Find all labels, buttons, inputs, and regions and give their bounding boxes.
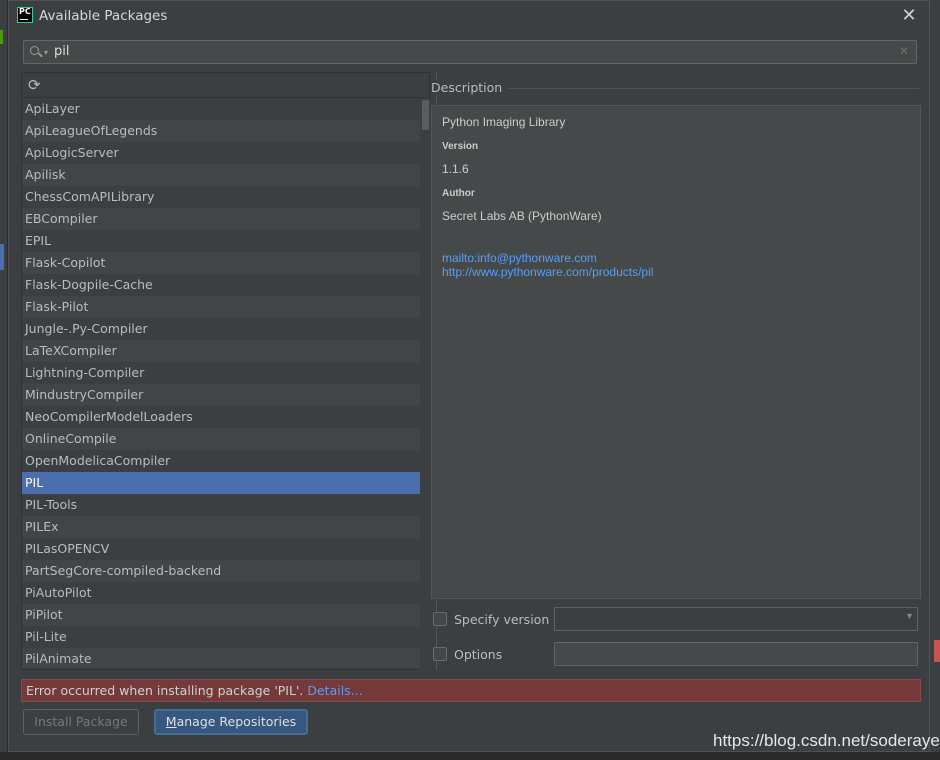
description-heading: Description (431, 80, 509, 95)
clear-icon[interactable]: ✕ (899, 44, 909, 58)
background-ide-right-edge (930, 0, 940, 760)
background-ide-bottom-edge (0, 752, 940, 760)
error-banner: Error occurred when installing package '… (21, 679, 921, 702)
manage-repositories-mnemonic: M (165, 714, 177, 729)
package-row[interactable]: Flask-Pilot (22, 296, 420, 318)
install-package-button[interactable]: Install Package (23, 709, 139, 735)
chevron-down-icon: ▾ (906, 611, 912, 622)
options-checkbox[interactable] (433, 647, 447, 661)
package-row[interactable]: EBCompiler (22, 208, 420, 230)
description-panel: Python Imaging Library Version 1.1.6 Aut… (431, 105, 921, 599)
package-row[interactable]: MindustryCompiler (22, 384, 420, 406)
package-row[interactable]: Pil-Lite (22, 626, 420, 648)
specify-version-option: Specify version (433, 608, 549, 630)
manage-repositories-label: anage Repositories (176, 714, 297, 729)
refresh-icon[interactable]: ⟳ (28, 77, 44, 93)
package-row[interactable]: Flask-Dogpile-Cache (22, 274, 420, 296)
background-marker (0, 244, 4, 270)
search-icon-handle (38, 52, 43, 58)
package-list[interactable]: ApiLayer ApiLeagueOfLegends ApiLogicServer… (22, 98, 420, 668)
package-row[interactable]: ApiLeagueOfLegends (22, 120, 420, 142)
search-icon[interactable]: ▾ (30, 44, 50, 60)
author-label: Author (442, 188, 475, 199)
package-row[interactable]: PilAnimate (22, 648, 420, 668)
version-label: Version (442, 141, 479, 152)
search-history-dropdown-icon: ▾ (44, 48, 49, 57)
package-row[interactable]: OpenModelicaCompiler (22, 450, 420, 472)
description-separator (501, 88, 919, 89)
package-row[interactable]: PIL-Tools (22, 494, 420, 516)
homepage-link[interactable]: http://www.pythonware.com/products/pil (442, 265, 653, 279)
author-value: Secret Labs AB (PythonWare) (442, 209, 602, 223)
options-label[interactable]: Options (454, 647, 502, 662)
package-row[interactable]: ApiLayer (22, 98, 420, 120)
package-row[interactable]: Lightning-Compiler (22, 362, 420, 384)
package-row[interactable]: PartSegCore-compiled-backend (22, 560, 420, 582)
background-ide-left-edge (0, 0, 8, 760)
error-details-link[interactable]: Details... (307, 683, 362, 698)
specify-version-label[interactable]: Specify version (454, 612, 549, 627)
package-row[interactable]: PIL (22, 472, 420, 494)
background-marker (934, 640, 940, 662)
options-input[interactable] (554, 642, 918, 666)
version-value: 1.1.6 (442, 162, 469, 176)
author-email-link[interactable]: mailto:info@pythonware.com (442, 251, 597, 265)
search-query-text[interactable]: pil (54, 44, 69, 59)
package-full-name: Python Imaging Library (442, 115, 566, 129)
package-row[interactable]: EPIL (22, 230, 420, 252)
package-row[interactable]: Apilisk (22, 164, 420, 186)
close-icon[interactable]: ✕ (899, 6, 919, 26)
package-row[interactable]: NeoCompilerModelLoaders (22, 406, 420, 428)
app-icon-text: PC (19, 7, 31, 16)
dialog-title: Available Packages (39, 8, 168, 24)
specify-version-checkbox[interactable] (433, 612, 447, 626)
options-option: Options (433, 643, 502, 665)
package-row[interactable]: LaTeXCompiler (22, 340, 420, 362)
background-marker (0, 30, 3, 44)
app-icon-bar (20, 19, 28, 20)
package-list-scrollbar[interactable] (420, 98, 430, 670)
package-row[interactable]: PiPilot (22, 604, 420, 626)
package-row[interactable]: ApiLogicServer (22, 142, 420, 164)
package-row[interactable]: PILEx (22, 516, 420, 538)
watermark: https://blog.csdn.net/soderayer (713, 731, 940, 750)
package-row[interactable]: OnlineCompile (22, 428, 420, 450)
manage-repositories-button[interactable]: Manage Repositories (154, 709, 308, 735)
package-row[interactable]: PiAutoPilot (22, 582, 420, 604)
package-row[interactable]: Jungle-.Py-Compiler (22, 318, 420, 340)
package-list-panel: ⟳ ApiLayer ApiLeagueOfLegends ApiLogicServ… (21, 72, 430, 670)
scrollbar-thumb[interactable] (422, 100, 429, 130)
available-packages-dialog: PC Available Packages ✕ ▾ pil ✕ ⟳ ApiLay… (8, 0, 930, 752)
package-row[interactable]: PILasOPENCV (22, 538, 420, 560)
version-select[interactable]: ▾ (554, 607, 918, 631)
dialog-titlebar: PC Available Packages ✕ (9, 1, 929, 31)
pycharm-icon: PC (17, 7, 33, 23)
package-row[interactable]: Flask-Copilot (22, 252, 420, 274)
package-list-toolbar: ⟳ (22, 73, 429, 98)
error-message: Error occurred when installing package '… (26, 683, 304, 698)
search-input[interactable]: ▾ pil ✕ (23, 40, 917, 64)
package-row[interactable]: ChessComAPILibrary (22, 186, 420, 208)
